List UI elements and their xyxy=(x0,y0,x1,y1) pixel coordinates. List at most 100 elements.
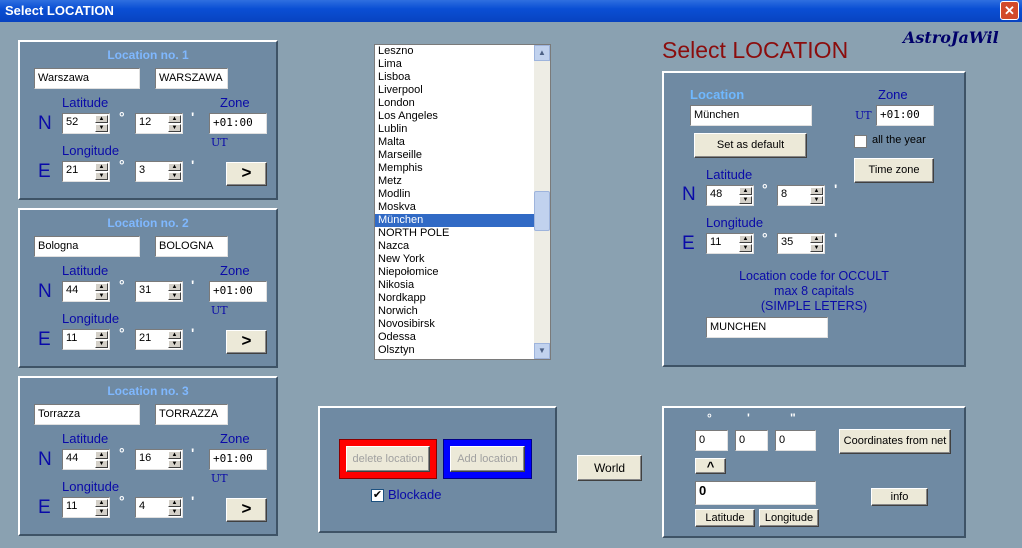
spin-arrows-icon[interactable]: ▲ ▼ xyxy=(95,451,108,468)
coordinates-from-net-button[interactable]: Coordinates from net xyxy=(839,429,951,454)
latitude-button[interactable]: Latitude xyxy=(695,509,755,527)
list-item[interactable]: Malta xyxy=(375,136,550,149)
spin-arrows-icon[interactable]: ▲ ▼ xyxy=(95,331,108,348)
blockade-label: Blockade xyxy=(388,487,442,502)
apply-location-button[interactable]: > xyxy=(226,162,267,186)
lon-deg-spinner[interactable]: 21 ▲ ▼ xyxy=(62,161,110,182)
location-code-field[interactable]: TORRAZZA xyxy=(155,404,228,425)
spin-arrows-icon[interactable]: ▲ ▼ xyxy=(739,235,752,252)
result-field[interactable]: 0 xyxy=(695,481,816,505)
location-code-field[interactable]: WARSZAWA xyxy=(155,68,228,89)
list-item[interactable]: Moskva xyxy=(375,201,550,214)
list-item[interactable]: Niepołomice xyxy=(375,266,550,279)
list-item[interactable]: Nordkapp xyxy=(375,292,550,305)
blockade-checkbox[interactable]: ✔ xyxy=(371,489,384,502)
sec-input[interactable]: 0 xyxy=(775,430,816,451)
time-zone-button[interactable]: Time zone xyxy=(854,158,934,183)
list-item[interactable]: New York xyxy=(375,253,550,266)
location-name-field[interactable]: Torrazza xyxy=(34,404,140,425)
spin-arrows-icon[interactable]: ▲ ▼ xyxy=(810,187,823,204)
spin-arrows-icon[interactable]: ▲ ▼ xyxy=(168,163,181,180)
list-item[interactable]: Leszno xyxy=(375,45,550,58)
list-item[interactable]: Lublin xyxy=(375,123,550,136)
zone-field[interactable]: +01:00 xyxy=(209,113,267,134)
list-item[interactable]: Marseille xyxy=(375,149,550,162)
list-item[interactable]: Novosibirsk xyxy=(375,318,550,331)
lat-deg-spinner[interactable]: 44 ▲ ▼ xyxy=(62,449,110,470)
spin-arrows-icon[interactable]: ▲ ▼ xyxy=(95,499,108,516)
lat-deg-spinner[interactable]: 48 ▲ ▼ xyxy=(706,185,754,206)
list-item[interactable]: Metz xyxy=(375,175,550,188)
lon-min-spinner[interactable]: 4 ▲ ▼ xyxy=(135,497,183,518)
zone-field[interactable]: +01:00 xyxy=(876,105,934,126)
spin-arrows-icon[interactable]: ▲ ▼ xyxy=(168,283,181,300)
zone-field[interactable]: +01:00 xyxy=(209,449,267,470)
scroll-down-icon[interactable]: ▼ xyxy=(534,343,550,359)
spin-arrows-icon[interactable]: ▲ ▼ xyxy=(95,283,108,300)
list-item[interactable]: Lisboa xyxy=(375,71,550,84)
min-input[interactable]: 0 xyxy=(735,430,768,451)
apply-location-button[interactable]: > xyxy=(226,330,267,354)
world-button[interactable]: World xyxy=(577,455,642,481)
list-item[interactable]: Nikosia xyxy=(375,279,550,292)
lat-min-spinner[interactable]: 16 ▲ ▼ xyxy=(135,449,183,470)
list-item[interactable]: Modlin xyxy=(375,188,550,201)
add-location-button[interactable]: Add location xyxy=(450,446,525,472)
lon-min-spinner[interactable]: 3 ▲ ▼ xyxy=(135,161,183,182)
list-item[interactable]: London xyxy=(375,97,550,110)
list-item[interactable]: Nazca xyxy=(375,240,550,253)
list-item[interactable]: Liverpool xyxy=(375,84,550,97)
list-item[interactable]: Odessa xyxy=(375,331,550,344)
location-name-field[interactable]: Warszawa xyxy=(34,68,140,89)
lon-min-spinner[interactable]: 35 ▲ ▼ xyxy=(777,233,825,254)
close-icon[interactable]: ✕ xyxy=(1000,1,1019,20)
location-name-field[interactable]: München xyxy=(690,105,812,126)
lat-deg-spinner[interactable]: 52 ▲ ▼ xyxy=(62,113,110,134)
occult-code-field[interactable]: MUNCHEN xyxy=(706,317,828,338)
spin-arrows-icon[interactable]: ▲ ▼ xyxy=(168,331,181,348)
lat-min-spinner[interactable]: 31 ▲ ▼ xyxy=(135,281,183,302)
spin-arrows-icon[interactable]: ▲ ▼ xyxy=(95,115,108,132)
longitude-label: Longitude xyxy=(706,215,764,230)
lat-min-spinner[interactable]: 12 ▲ ▼ xyxy=(135,113,183,134)
scroll-thumb[interactable] xyxy=(534,191,550,231)
spin-arrows-icon[interactable]: ▲ ▼ xyxy=(168,451,181,468)
apply-location-button[interactable]: > xyxy=(226,498,267,522)
lon-min-spinner-value: 21 xyxy=(139,332,152,344)
lon-deg-spinner[interactable]: 11 ▲ ▼ xyxy=(62,329,110,350)
list-item[interactable]: Lima xyxy=(375,58,550,71)
zone-field[interactable]: +01:00 xyxy=(209,281,267,302)
delete-location-button[interactable]: delete location xyxy=(346,446,430,472)
longitude-button[interactable]: Longitude xyxy=(759,509,819,527)
list-item[interactable]: Memphis xyxy=(375,162,550,175)
scroll-up-icon[interactable]: ▲ xyxy=(534,45,550,61)
lon-deg-spinner[interactable]: 11 ▲ ▼ xyxy=(706,233,754,254)
city-listbox[interactable]: Leszno Lima Lisboa Liverpool London Los Angel… xyxy=(374,44,551,360)
spin-arrows-icon[interactable]: ▲ ▼ xyxy=(810,235,823,252)
up-arrow-button[interactable]: ^ xyxy=(695,458,726,474)
list-item[interactable]: NORTH POLE xyxy=(375,227,550,240)
list-item[interactable]: München xyxy=(375,214,550,227)
lon-deg-spinner[interactable]: 11 ▲ ▼ xyxy=(62,497,110,518)
lat-deg-spinner[interactable]: 44 ▲ ▼ xyxy=(62,281,110,302)
converter-panel: ° ' " 0 0 0 Coordinates from net ^ 0 inf… xyxy=(662,406,966,538)
list-item[interactable]: Norwich xyxy=(375,305,550,318)
location-name-field[interactable]: Bologna xyxy=(34,236,140,257)
lat-min-spinner[interactable]: 8 ▲ ▼ xyxy=(777,185,825,206)
spin-arrows-icon[interactable]: ▲ ▼ xyxy=(739,187,752,204)
set-as-default-button[interactable]: Set as default xyxy=(694,133,807,158)
list-item[interactable]: Olsztyn xyxy=(375,344,550,357)
lon-min-spinner[interactable]: 21 ▲ ▼ xyxy=(135,329,183,350)
spin-arrows-icon[interactable]: ▲ ▼ xyxy=(95,163,108,180)
deg-input[interactable]: 0 xyxy=(695,430,728,451)
location-code-field[interactable]: BOLOGNA xyxy=(155,236,228,257)
degree-symbol: ° xyxy=(119,493,125,509)
spin-arrows-icon[interactable]: ▲ ▼ xyxy=(168,499,181,516)
list-scrollbar[interactable]: ▲ ▼ xyxy=(534,45,550,359)
all-year-checkbox[interactable] xyxy=(854,135,867,148)
east-label: E xyxy=(38,497,51,518)
latitude-label: Latitude xyxy=(62,95,109,110)
list-item[interactable]: Los Angeles xyxy=(375,110,550,123)
info-button[interactable]: info xyxy=(871,488,928,506)
spin-arrows-icon[interactable]: ▲ ▼ xyxy=(168,115,181,132)
